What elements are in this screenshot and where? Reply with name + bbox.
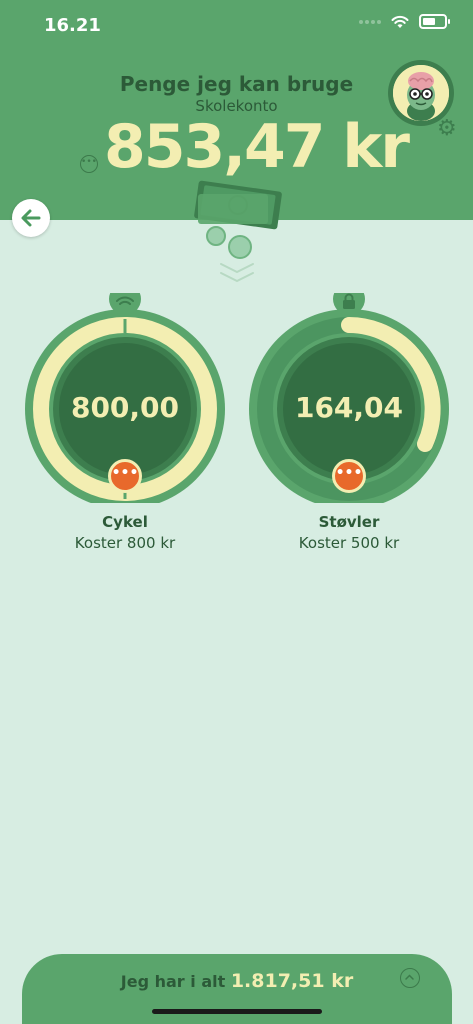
total-summary: Jeg har i alt 1.817,51 kr: [22, 970, 452, 992]
goal-cost: Koster 500 kr: [298, 534, 400, 552]
back-button[interactable]: [12, 199, 50, 237]
chevron-down-icon: [217, 262, 257, 284]
balance-more-icon[interactable]: •••: [80, 155, 98, 173]
goal-name: Cykel: [102, 513, 148, 531]
goal-card-cykel[interactable]: 800,00 ••• Cykel Koster 800 kr: [22, 293, 228, 552]
balance-amount: 853,47 kr: [104, 112, 410, 182]
goal-card-stovler[interactable]: 164,04 ••• Støvler Koster 500 kr: [246, 293, 452, 552]
goal-more-button[interactable]: •••: [108, 459, 142, 493]
goal-cost: Koster 800 kr: [74, 534, 176, 552]
goal-name: Støvler: [318, 513, 380, 531]
gear-icon[interactable]: ⚙: [437, 116, 457, 141]
total-amount: 1.817,51 kr: [230, 970, 354, 992]
goal-more-button[interactable]: •••: [332, 459, 366, 493]
money-illustration: [194, 180, 282, 259]
lock-icon: [343, 293, 355, 309]
total-label: Jeg har i alt: [120, 972, 226, 991]
status-icons: [359, 14, 450, 29]
avatar-character-icon: [393, 65, 449, 121]
wifi-icon: [391, 15, 409, 28]
arrow-left-icon: [21, 209, 41, 227]
signal-icon: [359, 19, 381, 24]
wifi-icon: [116, 296, 134, 305]
goal-saved-amount: 164,04: [294, 391, 404, 424]
goal-saved-amount: 800,00: [70, 391, 180, 424]
home-indicator: [152, 1009, 322, 1014]
chevron-up-icon[interactable]: [400, 968, 420, 988]
battery-icon: [419, 14, 450, 29]
status-time: 16.21: [44, 15, 101, 36]
